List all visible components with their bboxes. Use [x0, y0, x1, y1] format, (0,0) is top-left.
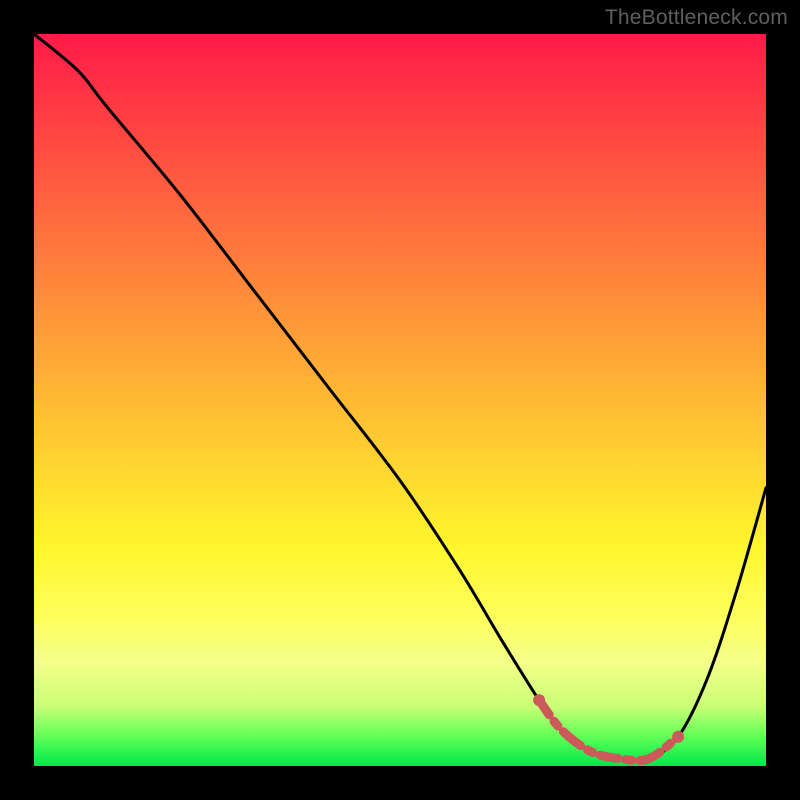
gradient-plot-area: [34, 34, 766, 766]
chart-frame: TheBottleneck.com: [0, 0, 800, 800]
watermark-text: TheBottleneck.com: [605, 6, 788, 30]
